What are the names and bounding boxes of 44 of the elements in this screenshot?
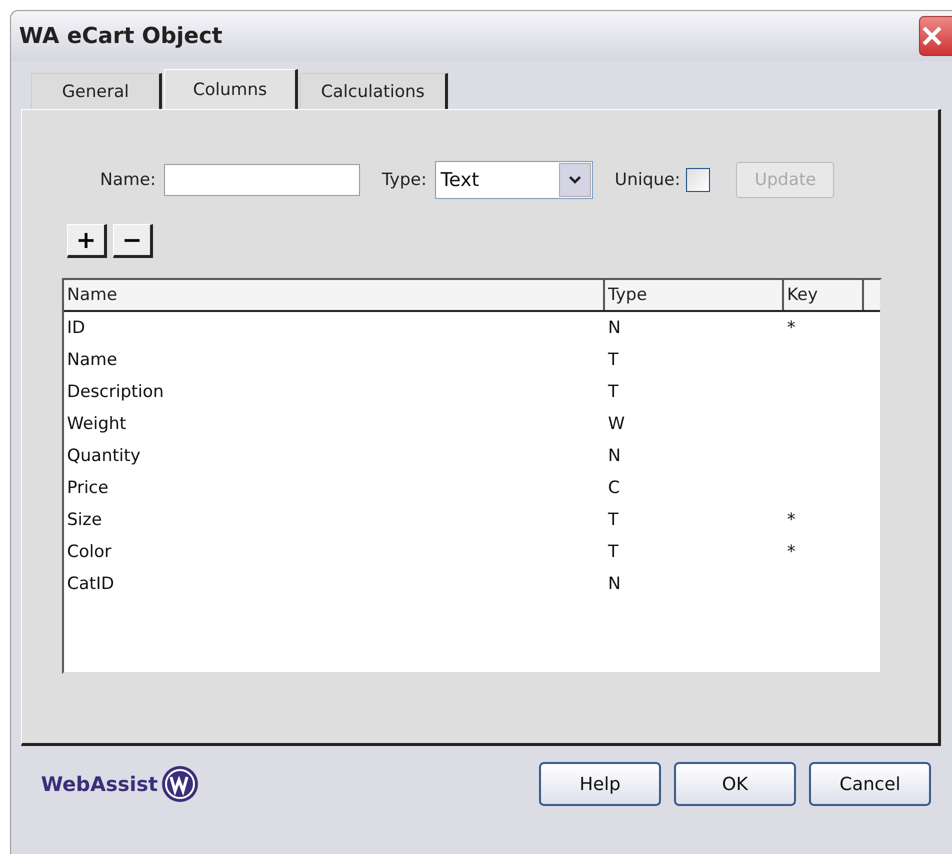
table-cell: Price xyxy=(67,478,108,498)
table-cell: T xyxy=(608,542,618,562)
name-label: Name: xyxy=(100,170,156,190)
chevron-down-icon xyxy=(568,175,581,185)
tab[interactable]: Columns xyxy=(164,69,298,109)
type-label: Type: xyxy=(382,170,427,190)
close-button[interactable] xyxy=(919,16,952,56)
column-header[interactable]: Key xyxy=(784,280,864,310)
close-icon xyxy=(920,24,944,48)
add-button[interactable]: + xyxy=(67,224,107,258)
tab[interactable]: General xyxy=(31,73,162,109)
table-cell: Color xyxy=(67,542,112,562)
table-cell: W xyxy=(608,414,625,434)
table-cell: T xyxy=(608,382,618,402)
table-cell: Quantity xyxy=(67,446,140,466)
table-cell: N xyxy=(608,574,621,594)
dialog-button[interactable]: OK xyxy=(674,762,796,806)
table-cell: T xyxy=(608,350,618,370)
table-cell: C xyxy=(608,478,620,498)
table-cell: * xyxy=(787,542,796,562)
table-cell: * xyxy=(787,318,796,338)
type-dropdown[interactable]: Text xyxy=(434,161,593,199)
table-cell: Weight xyxy=(67,414,126,434)
dialog-button[interactable]: Cancel xyxy=(809,762,931,806)
logo-icon xyxy=(160,764,200,804)
table-cell: ID xyxy=(67,318,86,338)
name-field[interactable] xyxy=(164,164,360,196)
table-cell: Description xyxy=(67,382,164,402)
table-cell: * xyxy=(787,510,796,530)
window-title: WA eCart Object xyxy=(19,24,222,48)
table-cell: CatID xyxy=(67,574,114,594)
table-cell: N xyxy=(608,446,621,466)
table-cell: Name xyxy=(67,350,118,370)
logo-text: WebAssist xyxy=(41,772,158,796)
table-cell: Size xyxy=(67,510,102,530)
tab[interactable]: Calculations xyxy=(300,73,448,109)
column-header[interactable]: Type xyxy=(605,280,784,310)
unique-checkbox[interactable] xyxy=(686,168,710,192)
dialog-button[interactable]: Help xyxy=(539,762,661,806)
unique-label: Unique: xyxy=(614,170,680,190)
column-header[interactable]: Name xyxy=(64,280,605,310)
table-cell: N xyxy=(608,318,621,338)
table-cell: T xyxy=(608,510,618,530)
remove-button[interactable]: − xyxy=(113,224,153,258)
